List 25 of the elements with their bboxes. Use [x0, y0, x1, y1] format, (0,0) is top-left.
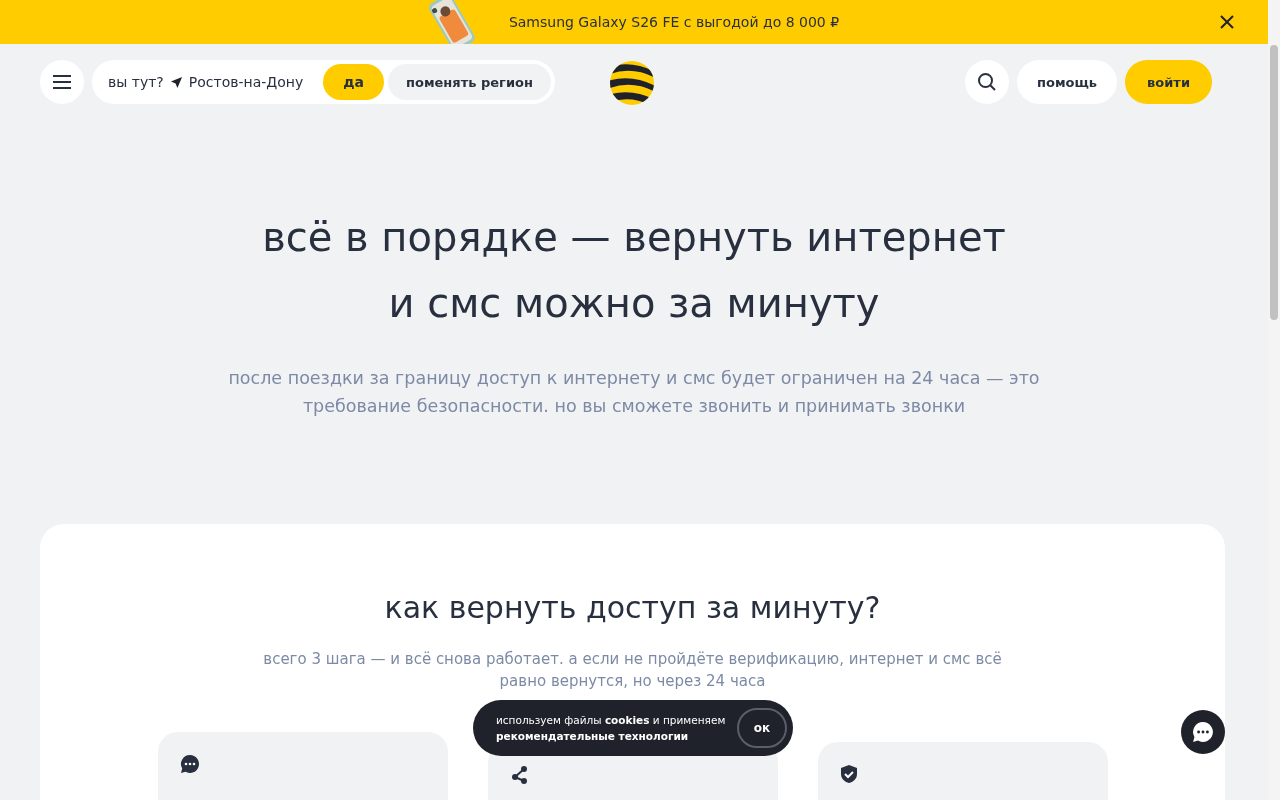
search-button[interactable] [965, 60, 1009, 104]
ok-button[interactable]: ок [737, 708, 787, 748]
menu-icon [52, 74, 72, 90]
share-icon [509, 764, 530, 784]
chat-icon [179, 754, 200, 774]
shield-check-icon [839, 764, 858, 784]
help-button[interactable]: помощь [1017, 60, 1118, 104]
cookie-text: используем файлы cookies и применяем рекомендательные технологии [496, 713, 727, 744]
region-question: вы тут? [108, 74, 164, 90]
promo-banner[interactable]: Samsung Galaxy S26 FE с выгодой до 8 000 ₽ [0, 0, 1268, 44]
location-arrow-icon [169, 75, 183, 89]
promo-text: Samsung Galaxy S26 FE с выгодой до 8 000 ₽ [508, 14, 840, 30]
login-button[interactable]: войти [1125, 60, 1212, 104]
chat-icon [1192, 721, 1214, 743]
hero-title: всё в порядке — вернуть интернет [261, 213, 1007, 262]
section-subtitle: всего 3 шага — и всё снова работает. а если не пройдёте верификацию, интернет и смс всё равно вернутся, но через 24 часа [262, 649, 1003, 692]
confirm-region-button[interactable]: да [323, 64, 384, 100]
region-name: Ростов-на-Дону [188, 74, 304, 90]
search-icon [977, 72, 997, 92]
hero-title: и смс можно за минуту [387, 279, 881, 328]
close-icon[interactable] [1218, 13, 1236, 31]
section-title: как вернуть доступ за минуту? [383, 589, 882, 627]
menu-button[interactable] [40, 60, 84, 104]
hero-subtitle: после поездки за границу доступ к интернету и смс будет ограничен на 24 часа — это требование безопасности. но вы сможете звонить и принимать звонки [227, 367, 1041, 418]
change-region-button[interactable]: поменять регион [388, 64, 551, 100]
